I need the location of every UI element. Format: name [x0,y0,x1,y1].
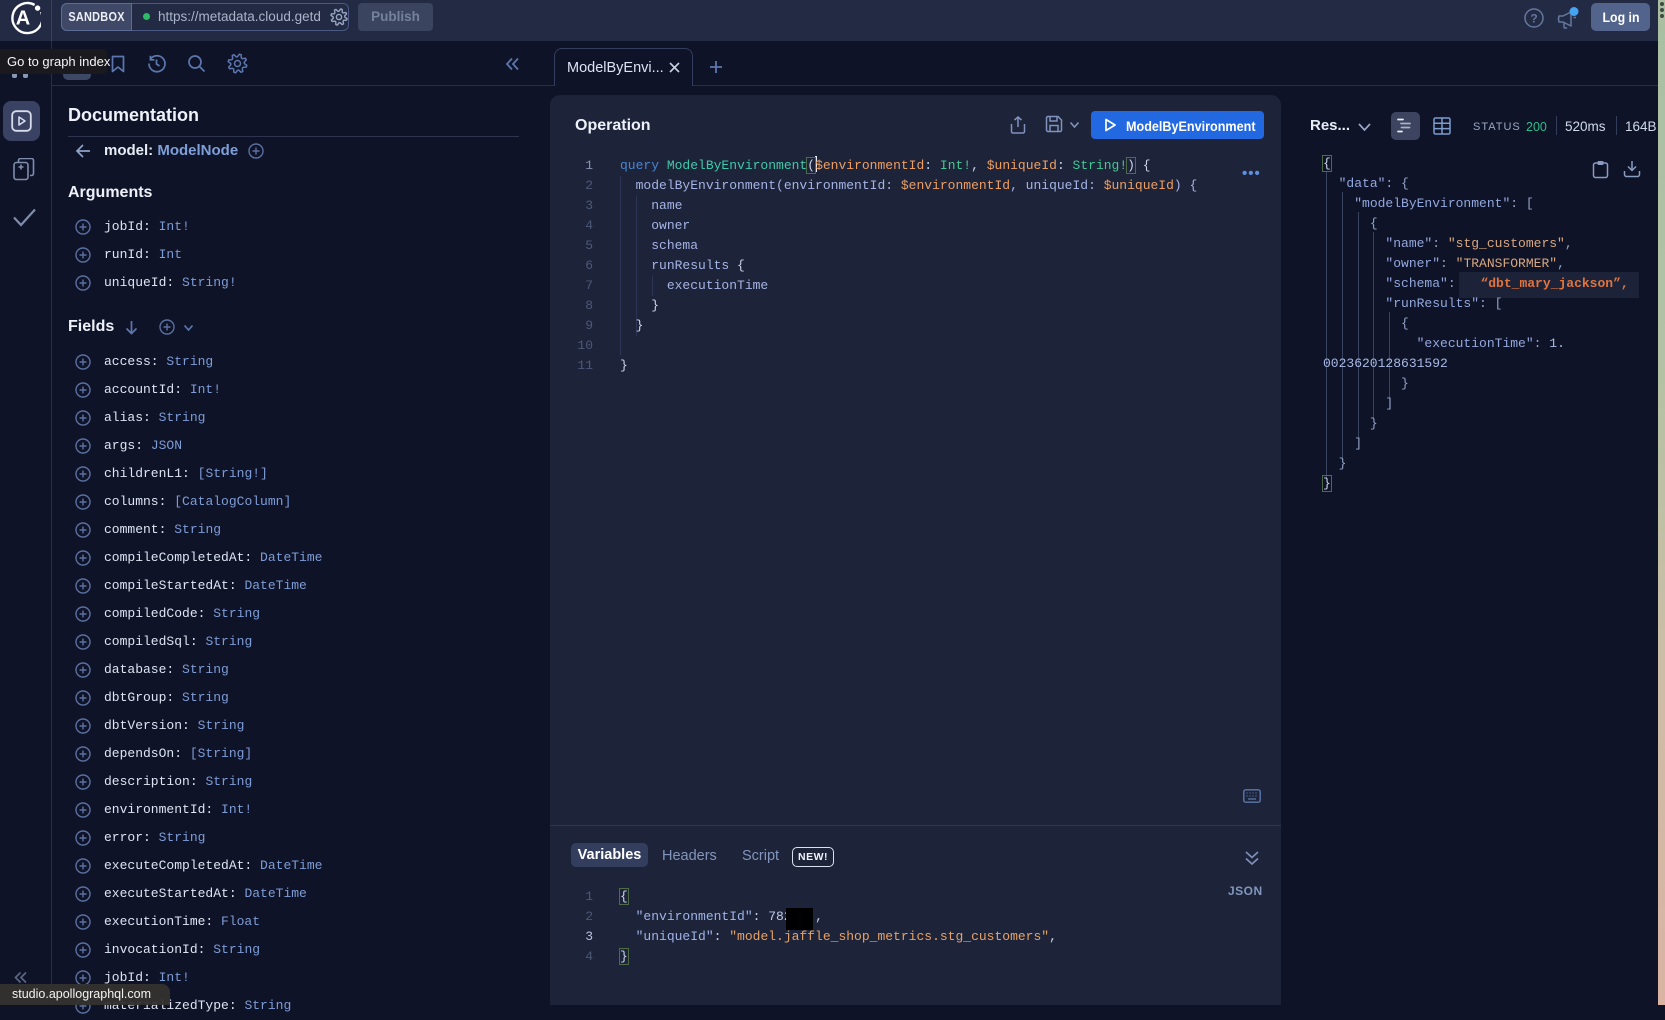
svg-text:?: ? [1530,12,1537,26]
svg-text:A: A [16,8,30,30]
